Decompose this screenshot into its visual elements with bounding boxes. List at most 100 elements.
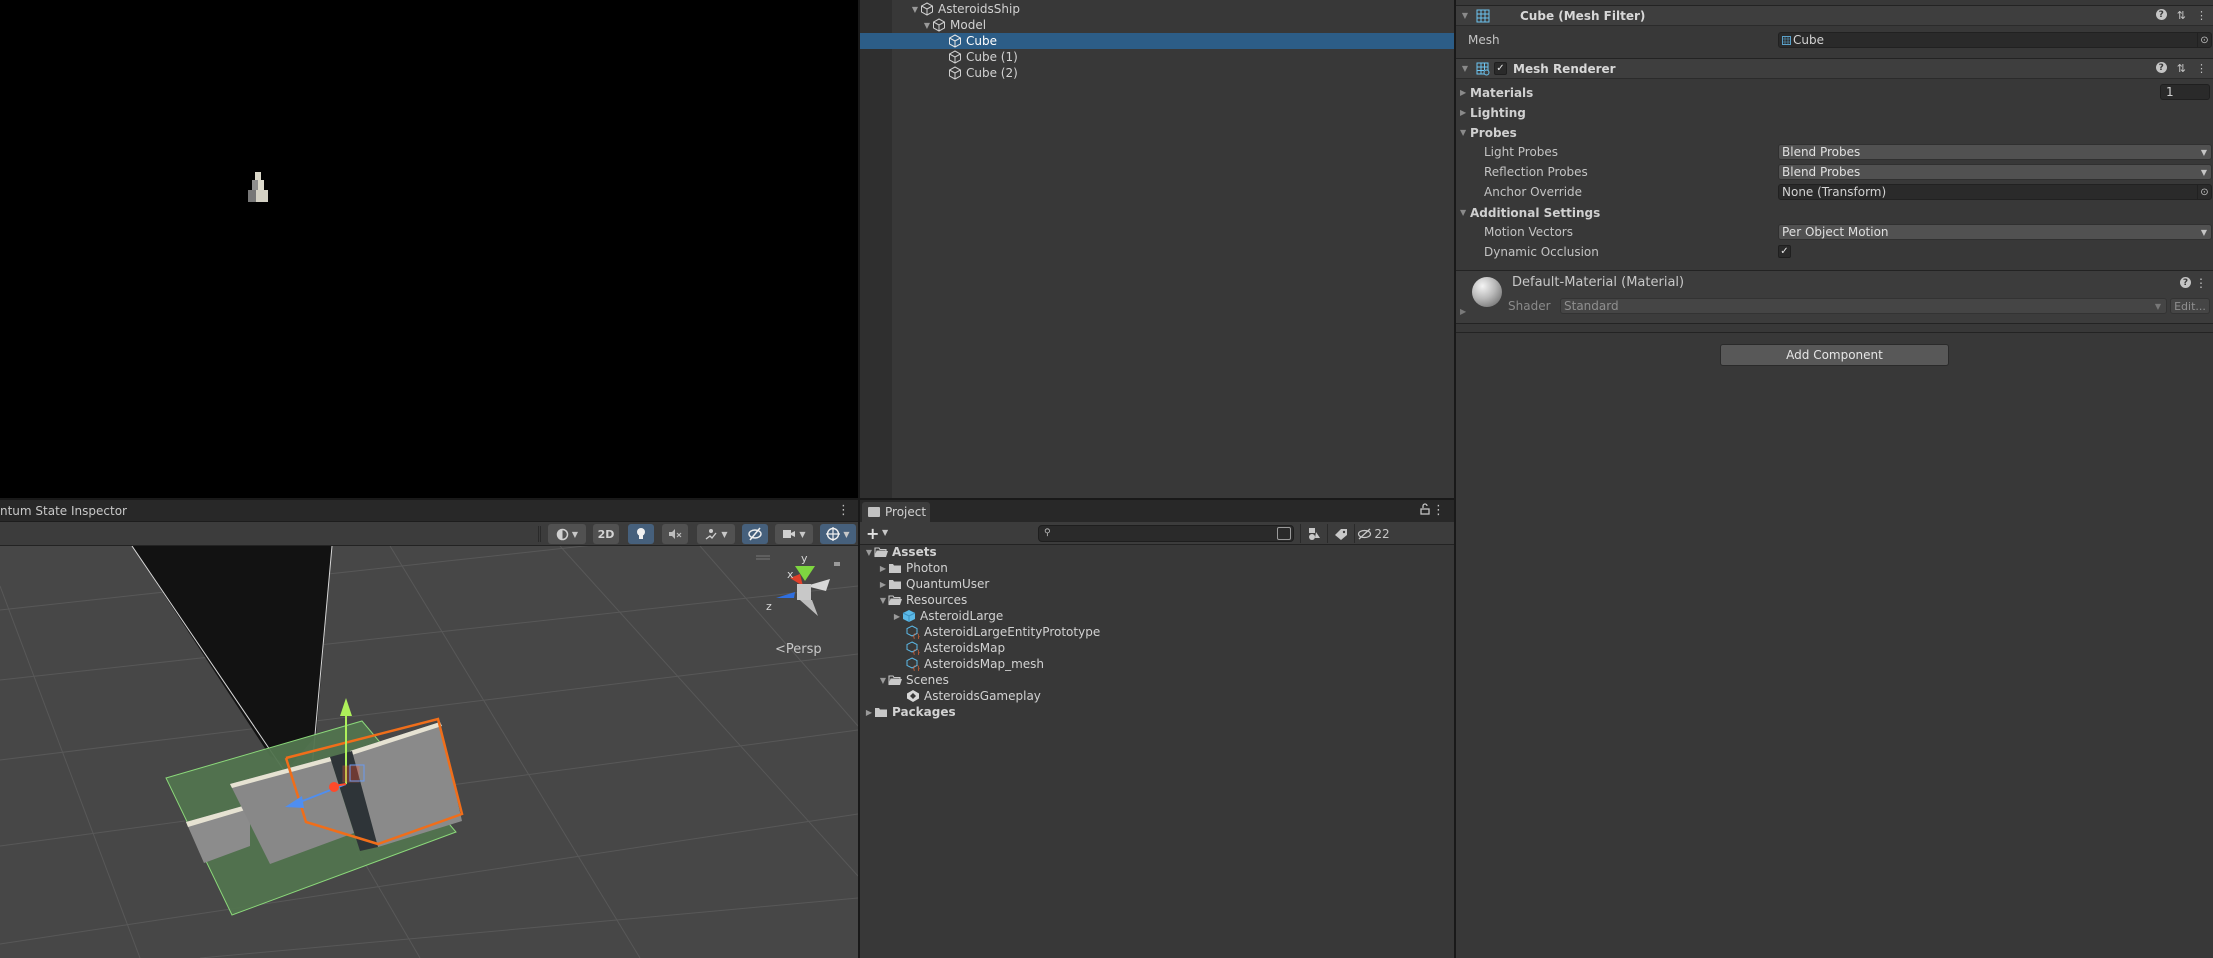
toggle-lighting-button[interactable] <box>628 524 654 544</box>
toggle-audio-button[interactable] <box>662 524 688 544</box>
help-icon[interactable]: ? <box>2155 9 2167 20</box>
additional-settings-foldout[interactable]: Additional Settings <box>1470 206 1600 220</box>
search-by-type-button[interactable] <box>1300 524 1326 543</box>
project-search-input[interactable]: ⚲ <box>1038 525 1294 542</box>
scene-viewport[interactable]: y x z <Persp <box>0 546 858 958</box>
component-header-actions: ? ⇅ ⋮ <box>2155 62 2207 75</box>
lock-icon[interactable] <box>1420 503 1430 515</box>
projection-toggle[interactable]: <Persp <box>775 642 822 657</box>
hierarchy-item-selected[interactable]: Cube <box>860 33 1454 49</box>
search-field[interactable] <box>1055 526 1275 541</box>
project-item-quantumuser[interactable]: ▶ QuantumUser <box>878 576 989 592</box>
project-item-asteroidlargeentityprototype[interactable]: {} AsteroidLargeEntityPrototype <box>906 624 1100 640</box>
panel-splitter[interactable] <box>858 0 860 958</box>
gizmo-y-label: y <box>801 552 808 565</box>
hierarchy-item[interactable]: Cube (2) <box>860 65 1454 81</box>
light-probes-dropdown[interactable]: Blend Probes ▼ <box>1778 144 2212 160</box>
more-menu-icon[interactable]: ⋮ <box>2195 276 2207 290</box>
project-item-asteroidlarge[interactable]: ▶ AsteroidLarge <box>892 608 1003 624</box>
hierarchy-item[interactable]: Cube (1) <box>860 49 1454 65</box>
folder-icon <box>889 579 901 589</box>
fold-arrow-icon[interactable]: ▼ <box>1460 208 1466 217</box>
game-view[interactable] <box>0 0 858 498</box>
shader-dropdown[interactable]: Standard ▼ <box>1560 298 2167 314</box>
presets-icon[interactable]: ⇅ <box>2177 9 2186 22</box>
hidden-packages-toggle[interactable]: 22 <box>1354 524 1392 543</box>
expand-arrow-icon[interactable]: ▼ <box>922 21 932 30</box>
mesh-filter-header[interactable]: ▼ Cube (Mesh Filter) ? ⇅ ⋮ <box>1456 5 2213 26</box>
hierarchy-item[interactable]: ▼ AsteroidsShip <box>860 1 1454 17</box>
object-picker-icon[interactable]: ⊙ <box>2197 33 2211 47</box>
materials-count-field[interactable]: 1 <box>2160 84 2210 100</box>
gameobject-icon <box>949 66 961 80</box>
component-header-actions: ? ⇅ ⋮ <box>2155 9 2207 22</box>
help-icon[interactable]: ? <box>2180 277 2191 288</box>
tab-quantum-state-inspector[interactable]: ntum State Inspector <box>0 504 127 518</box>
toolbar-drag-handle[interactable] <box>538 526 541 542</box>
help-icon[interactable]: ? <box>2155 62 2167 73</box>
panel-splitter[interactable] <box>1454 0 1456 958</box>
toggle-2d-button[interactable]: 2D <box>593 524 619 544</box>
toggle-hidden-objects-button[interactable] <box>742 524 768 544</box>
mesh-renderer-enabled-checkbox[interactable]: ✓ <box>1494 62 1507 75</box>
project-item-packages[interactable]: ▶ Packages <box>864 704 956 720</box>
lighting-foldout[interactable]: Lighting <box>1470 106 1526 120</box>
camera-dropdown[interactable]: ▼ <box>775 524 813 544</box>
more-menu-icon[interactable]: ⋮ <box>2196 62 2207 75</box>
reflection-probes-dropdown[interactable]: Blend Probes ▼ <box>1778 164 2212 180</box>
add-component-button[interactable]: Add Component <box>1720 344 1949 366</box>
project-item-resources[interactable]: ▼ Resources <box>878 592 967 608</box>
light-probes-label: Light Probes <box>1484 145 1559 159</box>
materials-foldout[interactable]: Materials <box>1470 86 1533 100</box>
expand-arrow-icon[interactable]: ▼ <box>910 5 920 14</box>
project-item-scenes[interactable]: ▼ Scenes <box>878 672 949 688</box>
mesh-field[interactable]: Cube ⊙ <box>1778 32 2212 48</box>
shader-edit-button[interactable]: Edit... <box>2170 298 2210 314</box>
more-menu-icon[interactable]: ⋮ <box>837 503 850 518</box>
create-asset-button[interactable]: + <box>866 524 879 543</box>
tag-icon <box>1334 528 1347 540</box>
panel-splitter[interactable] <box>0 498 1454 500</box>
material-preview-sphere <box>1472 277 1502 307</box>
motion-vectors-dropdown[interactable]: Per Object Motion ▼ <box>1778 224 2212 240</box>
fold-arrow-icon[interactable]: ▶ <box>1460 307 1466 316</box>
shading-mode-dropdown[interactable]: ▼ <box>548 524 586 544</box>
fold-arrow-icon[interactable]: ▼ <box>1458 11 1472 20</box>
lightbulb-icon <box>637 528 645 539</box>
expand-arrow-icon[interactable]: ▶ <box>878 580 888 589</box>
fold-arrow-icon[interactable]: ▼ <box>1458 64 1472 73</box>
expand-arrow-icon[interactable]: ▶ <box>878 564 888 573</box>
project-item-asteroidsmap-mesh[interactable]: {} AsteroidsMap_mesh <box>906 656 1044 672</box>
presets-icon[interactable]: ⇅ <box>2177 62 2186 75</box>
expand-arrow-icon[interactable]: ▶ <box>892 612 902 621</box>
project-item-asteroidsmap[interactable]: {} AsteroidsMap <box>906 640 1005 656</box>
probes-foldout[interactable]: Probes <box>1470 126 1517 140</box>
gizmos-dropdown[interactable]: ▼ <box>820 524 856 544</box>
fold-arrow-icon[interactable]: ▶ <box>1460 108 1466 117</box>
search-popout-icon[interactable] <box>1277 527 1291 540</box>
expand-arrow-icon[interactable]: ▼ <box>878 596 888 605</box>
chevron-down-icon[interactable]: ▼ <box>882 528 888 537</box>
expand-arrow-icon[interactable]: ▼ <box>864 548 874 557</box>
expand-arrow-icon[interactable]: ▼ <box>878 676 888 685</box>
scene-render <box>0 546 858 958</box>
project-tab-bar: Project ⋮ <box>860 500 1454 522</box>
dynamic-occlusion-checkbox[interactable]: ✓ <box>1778 245 1791 258</box>
projection-label: Persp <box>785 642 822 657</box>
project-item-assets[interactable]: ▼ Assets <box>864 544 937 560</box>
project-item-photon[interactable]: ▶ Photon <box>878 560 948 576</box>
more-menu-icon[interactable]: ⋮ <box>1432 503 1445 518</box>
fold-arrow-icon[interactable]: ▶ <box>1460 88 1466 97</box>
fold-arrow-icon[interactable]: ▼ <box>1460 128 1466 137</box>
hierarchy-item[interactable]: ▼ Model <box>860 17 1454 33</box>
project-item-asteroidsgameplay[interactable]: AsteroidsGameplay <box>906 688 1041 704</box>
tab-project[interactable]: Project <box>862 502 930 522</box>
anchor-override-field[interactable]: None (Transform) ⊙ <box>1778 184 2212 200</box>
more-menu-icon[interactable]: ⋮ <box>2196 9 2207 22</box>
effects-dropdown[interactable]: ▼ <box>697 524 735 544</box>
chevron-down-icon: ▼ <box>2200 168 2207 177</box>
expand-arrow-icon[interactable]: ▶ <box>864 708 874 717</box>
search-by-label-button[interactable] <box>1327 524 1353 543</box>
mesh-renderer-header[interactable]: ▼ ✓ Mesh Renderer ? ⇅ ⋮ <box>1456 58 2213 79</box>
object-picker-icon[interactable]: ⊙ <box>2197 185 2211 199</box>
